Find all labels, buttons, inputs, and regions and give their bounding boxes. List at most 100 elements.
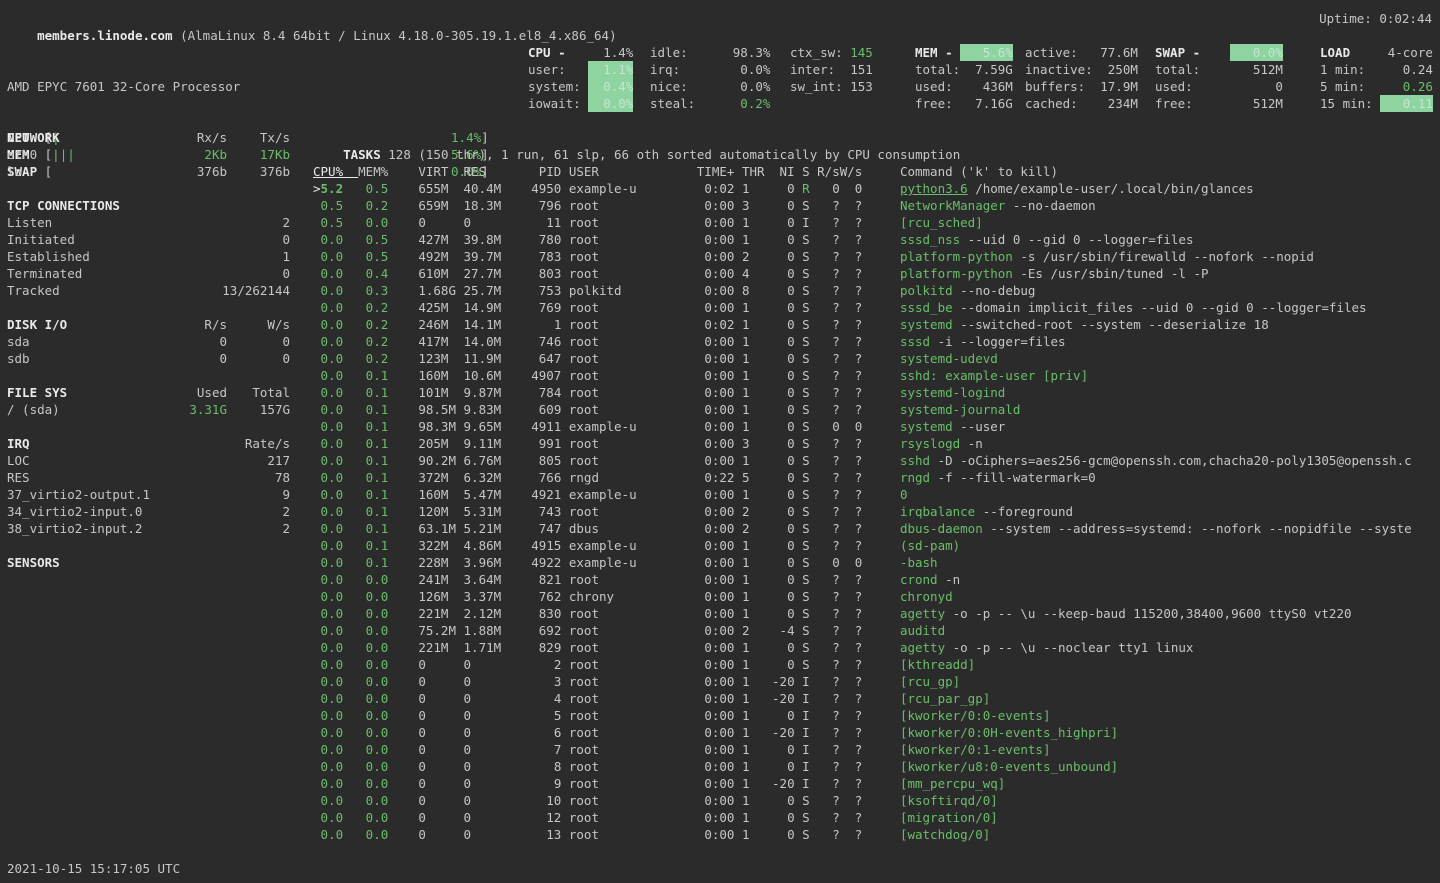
tcp-connections-header: TCP CONNECTIONS (7, 197, 290, 214)
irq-row: 34_virtio2-input.02 (7, 503, 290, 520)
tasks-title: TASKS (343, 147, 388, 162)
irq-header: IRQRate/s (7, 435, 290, 452)
process-row: 0.0 0.0 0 07 root0:00 10 I?? [kworker/0:… (313, 741, 1412, 758)
cpu-stat-row: nice:0.0% (650, 78, 770, 95)
filesystem-section: FILE SYSUsedTotal/ (sda)3.31G157G (7, 384, 290, 418)
process-row: 0.0 0.2 417M 14.0M746 root0:00 10 S?? ss… (313, 333, 1412, 350)
mem-stat-row: buffers:17.9M (1025, 78, 1138, 95)
sidebar-sections: NETWORKRx/sTx/seth02Kb17Kblo376b376b TCP … (7, 129, 290, 588)
process-row: 0.0 0.0 0 012 root0:00 10 S?? [migration… (313, 809, 1412, 826)
network-header: NETWORKRx/sTx/s (7, 129, 290, 146)
process-row: 0.0 0.1 160M 10.6M4907 root0:00 10 S?? s… (313, 367, 1412, 384)
tasks-counts: 128 (150 thr), 1 run, 61 slp, 66 oth (388, 147, 666, 162)
disk-io-header: DISK I/OR/sW/s (7, 316, 290, 333)
process-row: 0.0 0.1 205M 9.11M991 root0:00 30 S?? rs… (313, 435, 1412, 452)
cpu-stat-row: CPU -1.4% (528, 44, 633, 61)
process-table: CPU% MEM% VIRT RESPID USERTIME+ THRNI SR… (313, 163, 1412, 843)
process-row: 0.0 0.1 372M 6.32M766 rngd0:22 50 S?? rn… (313, 469, 1412, 486)
cpu-stat-row: idle:98.3% (650, 44, 770, 61)
network-row: eth02Kb17Kb (7, 146, 290, 163)
disk-io-row: sdb00 (7, 350, 290, 367)
process-row: 0.0 0.0 75.2M 1.88M692 root0:00 2-4 S?? … (313, 622, 1412, 639)
process-row: >5.2 0.5 655M 40.4M4950 example-u0:02 10… (313, 180, 1412, 197)
process-row: 0.0 0.2 425M 14.9M769 root0:00 10 S?? ss… (313, 299, 1412, 316)
cpu-stat-row: sw_int:153 (790, 78, 873, 95)
process-row: 0.0 0.0 0 04 root0:00 1-20 I?? [rcu_par_… (313, 690, 1412, 707)
irq-section: IRQRate/sLOC217RES7837_virtio2-output.19… (7, 435, 290, 537)
tcp-connections-row: Established1 (7, 248, 290, 265)
process-row: 0.0 0.0 0 06 root0:00 1-20 I?? [kworker/… (313, 724, 1412, 741)
network-row: lo376b376b (7, 163, 290, 180)
process-row: 0.0 0.2 246M 14.1M1 root0:02 10 S?? syst… (313, 316, 1412, 333)
footer-timestamp: 2021-10-15 15:17:05 UTC (7, 860, 180, 877)
tcp-connections-row: Initiated0 (7, 231, 290, 248)
cpu-stat-row: ctx_sw:145 (790, 44, 873, 61)
sensors-section: SENSORS (7, 554, 290, 571)
network-section: NETWORKRx/sTx/seth02Kb17Kblo376b376b (7, 129, 290, 180)
process-row: 0.0 0.1 101M 9.87M784 root0:00 10 S?? sy… (313, 384, 1412, 401)
filesystem-row: / (sda)3.31G157G (7, 401, 290, 418)
load-stat-row: LOAD4-core (1320, 44, 1433, 61)
irq-row: 37_virtio2-output.19 (7, 486, 290, 503)
cpu-model: AMD EPYC 7601 32-Core Processor (7, 78, 489, 95)
tcp-connections-row: Terminated0 (7, 265, 290, 282)
process-table-header: CPU% MEM% VIRT RESPID USERTIME+ THRNI SR… (313, 163, 1412, 180)
process-row: 0.0 0.1 120M 5.31M743 root0:00 20 S?? ir… (313, 503, 1412, 520)
process-row: 0.0 0.1 322M 4.86M4915 example-u0:00 10 … (313, 537, 1412, 554)
process-row: 0.0 0.5 492M 39.7M783 root0:00 20 S?? pl… (313, 248, 1412, 265)
tcp-connections-row: Listen2 (7, 214, 290, 231)
cpu-stat-row: iowait:0.0% (528, 95, 633, 112)
cpu-stat-row: user:1.1% (528, 61, 633, 78)
hostname: members.linode.com (37, 28, 172, 43)
disk-io-row: sda00 (7, 333, 290, 350)
tasks-sort-note: sorted automatically by CPU consumption (667, 147, 961, 162)
sensors-header: SENSORS (7, 554, 290, 571)
swap-stat-row: SWAP -0.0% (1155, 44, 1283, 61)
glances-terminal[interactable]: members.linode.com (AlmaLinux 8.4 64bit … (0, 0, 1440, 883)
cpu-stat-row: system:0.4% (528, 78, 633, 95)
process-row: 0.0 0.0 0 08 root0:00 10 I?? [kworker/u8… (313, 758, 1412, 775)
load-stat-row: 1 min:0.24 (1320, 61, 1433, 78)
swap-stat-row: total:512M (1155, 61, 1283, 78)
process-row: 0.0 0.0 0 05 root0:00 10 I?? [kworker/0:… (313, 707, 1412, 724)
disk-io-section: DISK I/OR/sW/ssda00sdb00 (7, 316, 290, 367)
mem-stat-row: MEM -5.6% (915, 44, 1013, 61)
mem-stat-row: cached:234M (1025, 95, 1138, 112)
process-row: 0.0 0.0 126M 3.37M762 chrony0:00 10 S?? … (313, 588, 1412, 605)
mem-stat-row: inactive:250M (1025, 61, 1138, 78)
process-row: 0.0 0.1 98.5M 9.83M609 root0:00 10 S?? s… (313, 401, 1412, 418)
uptime: Uptime: 0:02:44 (1319, 10, 1432, 27)
mem-stat-row: used:436M (915, 78, 1013, 95)
tasks-summary: TASKS 128 (150 thr), 1 run, 61 slp, 66 o… (313, 129, 960, 146)
cpu-stat-row: inter:151 (790, 61, 873, 78)
process-row: 0.0 0.0 241M 3.64M821 root0:00 10 S?? cr… (313, 571, 1412, 588)
process-row: 0.0 0.1 98.3M 9.65M4911 example-u0:00 10… (313, 418, 1412, 435)
process-row: 0.0 0.0 221M 2.12M830 root0:00 10 S?? ag… (313, 605, 1412, 622)
process-row: 0.0 0.0 0 013 root0:00 10 S?? [watchdog/… (313, 826, 1412, 843)
process-row: 0.0 0.0 0 09 root0:00 1-20 I?? [mm_percp… (313, 775, 1412, 792)
cpu-stat-row: steal:0.2% (650, 95, 770, 112)
irq-row: RES78 (7, 469, 290, 486)
tcp-connections-section: TCP CONNECTIONSListen2Initiated0Establis… (7, 197, 290, 299)
mem-stat-row: free:7.16G (915, 95, 1013, 112)
process-row: 0.0 0.2 123M 11.9M647 root0:00 10 S?? sy… (313, 350, 1412, 367)
mem-stat-row: active:77.6M (1025, 44, 1138, 61)
load-stat-row: 15 min:0.11 (1320, 95, 1433, 112)
process-row: 0.0 0.4 610M 27.7M803 root0:00 40 S?? pl… (313, 265, 1412, 282)
filesystem-header: FILE SYSUsedTotal (7, 384, 290, 401)
process-row: 0.0 0.3 1.68G 25.7M753 polkitd0:00 80 S?… (313, 282, 1412, 299)
tcp-connections-row: Tracked13/262144 (7, 282, 290, 299)
os-info: (AlmaLinux 8.4 64bit / Linux 4.18.0-305.… (173, 28, 617, 43)
process-row: 0.0 0.1 90.2M 6.76M805 root0:00 10 S?? s… (313, 452, 1412, 469)
mem-stat-row: total:7.59G (915, 61, 1013, 78)
process-row: 0.5 0.0 0 011 root0:00 10 I?? [rcu_sched… (313, 214, 1412, 231)
process-row: 0.0 0.1 160M 5.47M4921 example-u0:00 10 … (313, 486, 1412, 503)
swap-stat-row: used:0 (1155, 78, 1283, 95)
process-row: 0.0 0.0 0 010 root0:00 10 S?? [ksoftirqd… (313, 792, 1412, 809)
process-row: 0.0 0.1 63.1M 5.21M747 dbus0:00 20 S?? d… (313, 520, 1412, 537)
process-row: 0.0 0.0 221M 1.71M829 root0:00 10 S?? ag… (313, 639, 1412, 656)
process-row: 0.0 0.1 228M 3.96M4922 example-u0:00 10 … (313, 554, 1412, 571)
process-row: 0.0 0.0 0 03 root0:00 1-20 I?? [rcu_gp] (313, 673, 1412, 690)
swap-stat-row: free:512M (1155, 95, 1283, 112)
cpu-stat-row: irq:0.0% (650, 61, 770, 78)
